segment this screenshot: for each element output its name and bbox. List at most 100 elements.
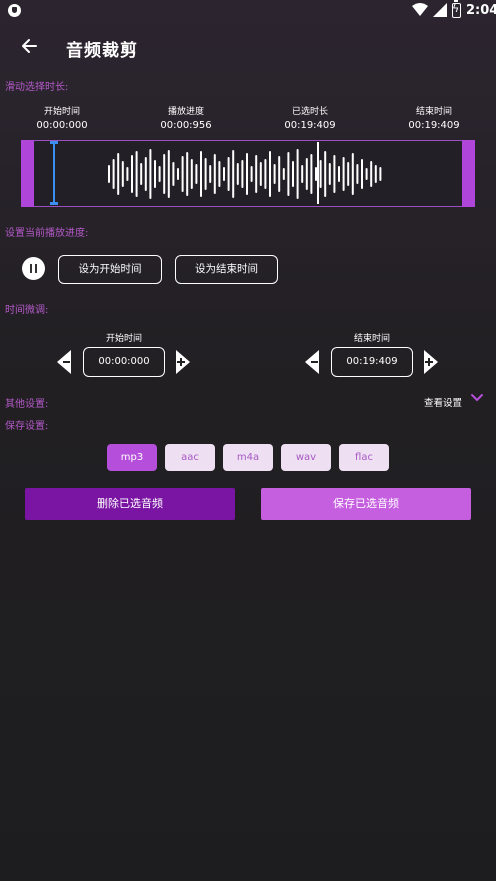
signal-icon (433, 3, 447, 17)
waveform-bar (117, 153, 120, 195)
waveform-bar (144, 157, 147, 191)
format-chip-mp3[interactable]: mp3 (107, 444, 157, 471)
status-bar: 2:04 (0, 0, 496, 22)
waveform-bar (347, 162, 350, 186)
view-settings-toggle[interactable]: 查看设置 (424, 395, 462, 409)
fine-tune-section-label: 时间微调: (5, 305, 49, 316)
waveform-bar (232, 150, 235, 198)
waveform-bar (370, 161, 373, 187)
wifi-icon (412, 3, 428, 16)
status-time: 2:04 (466, 3, 496, 18)
waveform-bar (259, 162, 262, 186)
selection-start-handle[interactable] (21, 140, 34, 207)
delete-selected-audio-button[interactable]: 删除已选音频 (25, 488, 235, 520)
waveform-bar (250, 166, 253, 182)
waveform-bar (324, 151, 327, 197)
end-time-field[interactable]: 00:19:409 (331, 347, 413, 377)
waveform-bar (296, 149, 299, 199)
waveform-bar (328, 163, 331, 185)
progress-section-label: 设置当前播放进度: (5, 228, 89, 239)
chevron-down-icon[interactable] (470, 393, 484, 403)
battery-charging-icon (452, 0, 461, 18)
waveform-bar (342, 157, 345, 191)
format-chip-m4a[interactable]: m4a (223, 444, 273, 471)
waveform-bar (200, 151, 202, 197)
waveform-bar (209, 165, 212, 183)
selected-duration-display: 已选时长 00:19:409 (270, 104, 350, 131)
waveform-bar (167, 150, 170, 198)
selection-cursor-cap-top (50, 141, 58, 144)
other-settings-label: 其他设置: (5, 399, 49, 410)
play-progress-value: 00:00:956 (160, 120, 212, 131)
waveform-bar (319, 160, 322, 188)
waveform-bar (177, 168, 179, 180)
selection-cursor-cap-bottom (50, 202, 58, 205)
waveform-bar (213, 154, 216, 194)
selection-cursor-line[interactable] (53, 142, 55, 204)
slide-section-label: 滑动选择时长: (5, 82, 69, 93)
waveform-bar (186, 152, 189, 196)
waveform-bar (264, 159, 267, 189)
end-time-value: 00:19:409 (408, 120, 460, 131)
waveform-bar (273, 164, 276, 184)
waveform-bar (310, 154, 313, 194)
waveform-bar (108, 165, 110, 183)
play-progress-label: 播放进度 (167, 107, 204, 117)
fine-tune-end-label: 结束时间 (353, 334, 390, 344)
waveform-bar (158, 166, 161, 182)
selected-duration-value: 00:19:409 (284, 120, 336, 131)
start-time-display: 开始时间 00:00:000 (22, 104, 102, 131)
waveform-bar (149, 149, 152, 199)
waveform-bar (112, 159, 115, 189)
start-time-increase-icon[interactable] (174, 350, 190, 374)
waveform-bar (223, 167, 225, 181)
waveform-bar (361, 159, 363, 189)
waveform-bar (282, 168, 285, 180)
waveform-bar (195, 164, 198, 184)
waveform-bar (305, 158, 308, 190)
format-chip-flac[interactable]: flac (339, 444, 389, 471)
format-chip-wav[interactable]: wav (281, 444, 331, 471)
selected-duration-label: 已选时长 (291, 107, 328, 117)
waveform-bar (241, 160, 244, 188)
play-progress-display: 播放进度 00:00:956 (146, 104, 226, 131)
waveform-bar (236, 163, 239, 185)
start-time-field[interactable]: 00:00:000 (83, 347, 165, 377)
end-time-display: 结束时间 00:19:409 (394, 104, 474, 131)
back-arrow-icon[interactable] (18, 36, 42, 56)
waveform-bar (172, 162, 175, 186)
waveform-bar (374, 165, 377, 183)
waveform-bar (365, 168, 368, 180)
waveform-bar (333, 155, 336, 193)
set-start-time-button[interactable]: 设为开始时间 (58, 255, 162, 284)
waveform-bar (154, 160, 156, 188)
waveform-bar (351, 153, 354, 195)
start-time-label: 开始时间 (43, 107, 80, 117)
waveform-bar (140, 163, 143, 185)
waveform-bar (287, 152, 290, 196)
selection-end-handle[interactable] (462, 140, 475, 207)
pause-button[interactable] (22, 257, 45, 280)
end-time-increase-icon[interactable] (422, 350, 438, 374)
playback-position-line[interactable] (317, 142, 319, 204)
waveform-bar (126, 167, 129, 181)
waveform-bar (379, 167, 382, 181)
start-time-value: 00:00:000 (36, 120, 88, 131)
set-end-time-button[interactable]: 设为结束时间 (175, 255, 278, 284)
waveform-bar (292, 161, 294, 187)
save-selected-audio-button[interactable]: 保存已选音频 (261, 488, 471, 520)
waveform-bar (121, 161, 124, 187)
end-time-label: 结束时间 (415, 107, 452, 117)
waveform-bar (227, 157, 230, 191)
waveform-bar (246, 153, 248, 195)
end-time-decrease-icon[interactable] (305, 350, 321, 374)
waveform-bar (163, 154, 166, 194)
format-chip-aac[interactable]: aac (165, 444, 215, 471)
start-time-decrease-icon[interactable] (57, 350, 73, 374)
page-title: 音频裁剪 (66, 41, 138, 61)
save-settings-label: 保存设置: (5, 421, 49, 432)
waveform-bar (181, 156, 184, 192)
waveform-bar (190, 159, 193, 189)
waveform-bar (131, 155, 133, 193)
waveform-bar (218, 161, 221, 187)
